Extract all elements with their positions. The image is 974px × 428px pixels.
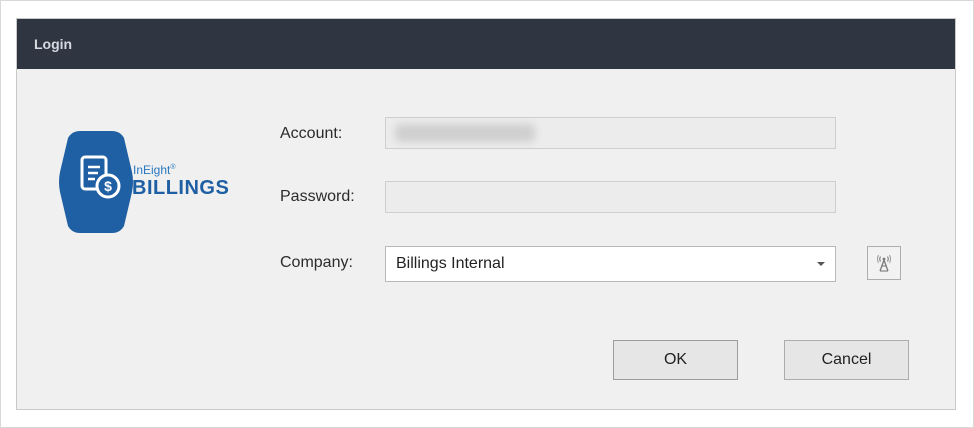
company-select-value: Billings Internal — [396, 255, 505, 272]
password-input[interactable] — [385, 181, 836, 213]
logo-brand-small: InEight® — [133, 163, 176, 177]
antenna-tower-icon — [877, 254, 891, 272]
dialog-title: Login — [34, 36, 73, 52]
account-value-redacted — [395, 124, 535, 142]
chevron-down-icon[interactable] — [817, 262, 825, 266]
connection-settings-button[interactable] — [867, 246, 901, 280]
account-label: Account: — [280, 125, 343, 142]
dialog-titlebar: Login — [17, 19, 955, 69]
ok-button[interactable]: OK — [613, 340, 738, 380]
cancel-button[interactable]: Cancel — [784, 340, 909, 380]
company-select[interactable]: Billings Internal — [385, 246, 836, 282]
svg-text:$: $ — [104, 178, 112, 194]
company-label: Company: — [280, 254, 353, 271]
password-label: Password: — [280, 188, 355, 205]
logo-brand-big: BILLINGS — [132, 177, 230, 199]
